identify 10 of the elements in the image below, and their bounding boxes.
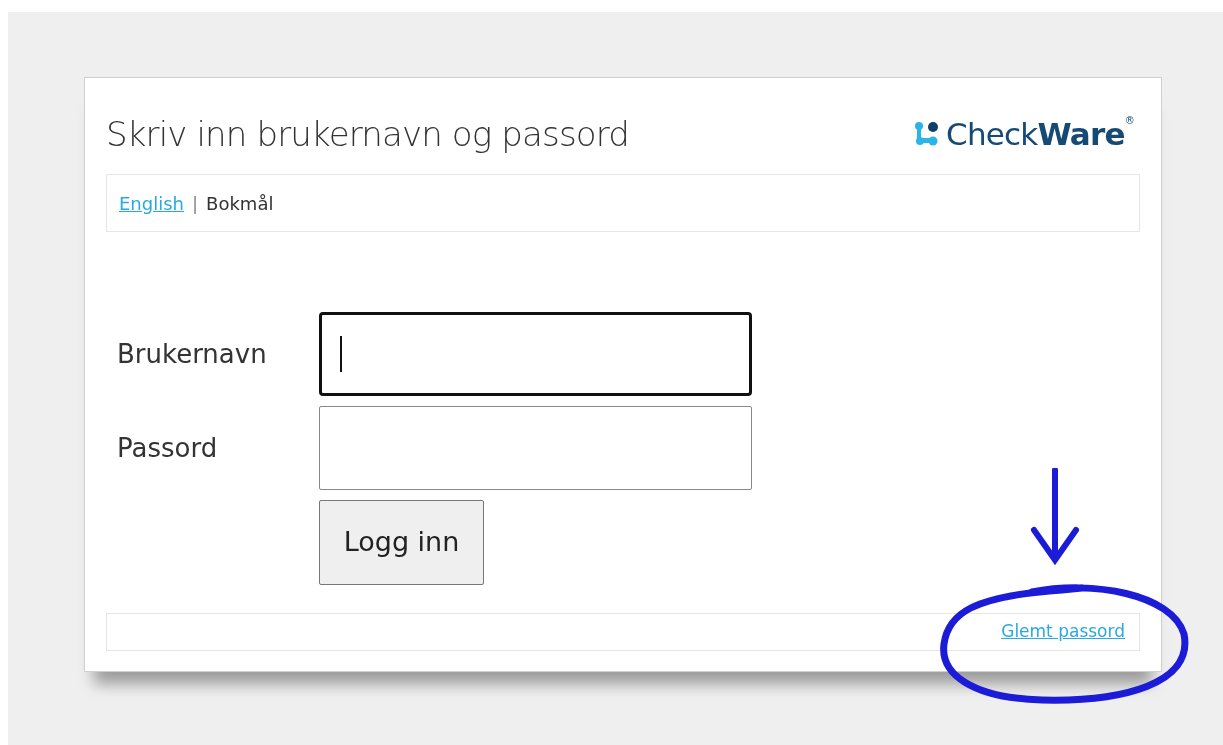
logo-icon xyxy=(914,121,941,147)
input-field[interactable] xyxy=(319,406,752,490)
current-language[interactable]: Bokmål xyxy=(206,189,274,217)
page-title: Skriv inn brukernavn og passord xyxy=(106,112,629,156)
input-field[interactable] xyxy=(319,312,752,396)
separator: | xyxy=(192,191,199,216)
logo-text: CheckWare® xyxy=(946,114,1134,154)
field-label: Passord xyxy=(116,431,219,465)
field-label: Brukernavn xyxy=(116,337,268,371)
login-button[interactable]: Logg inn xyxy=(319,500,484,585)
